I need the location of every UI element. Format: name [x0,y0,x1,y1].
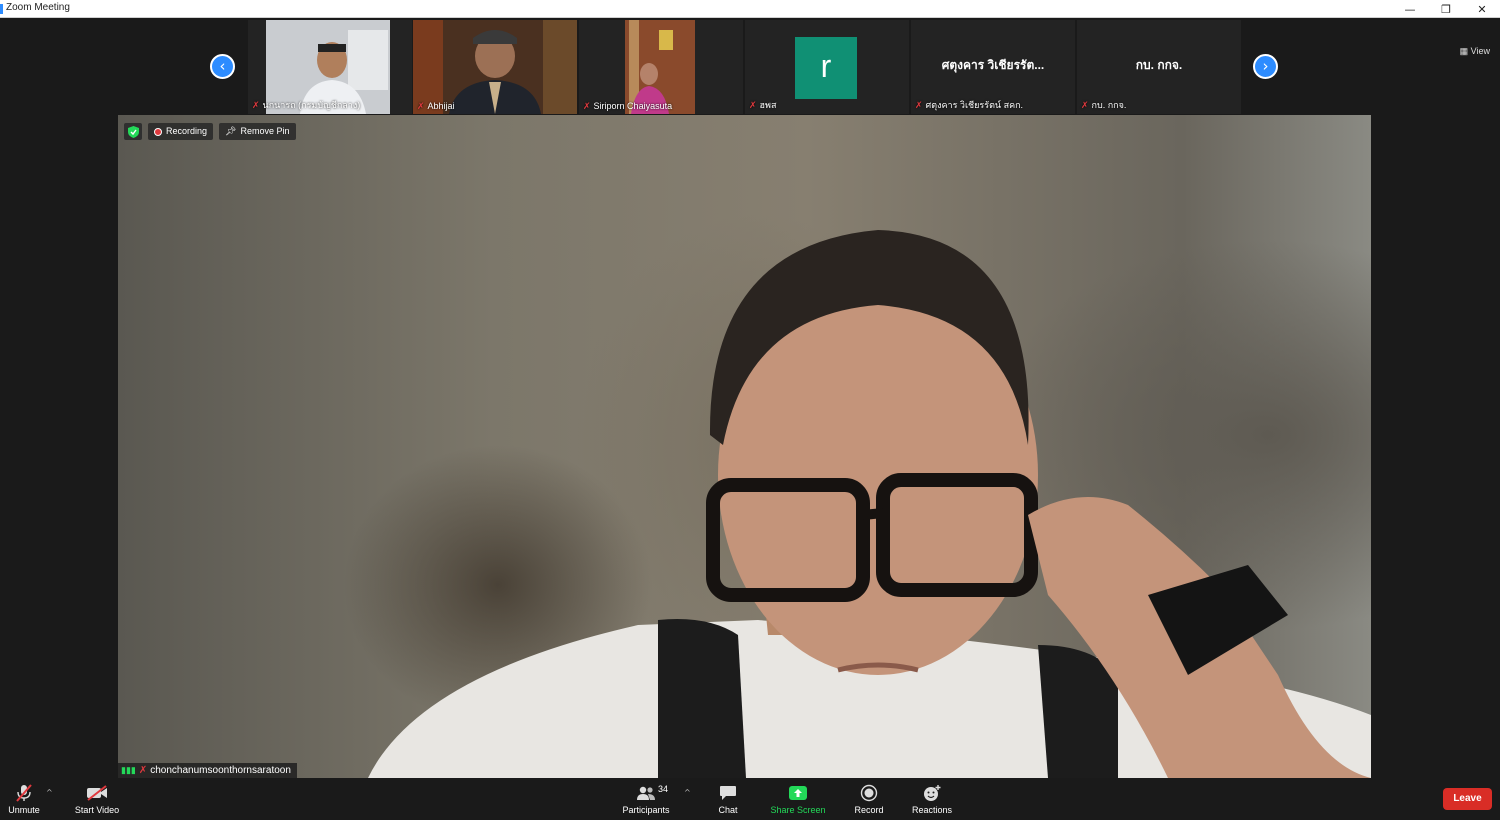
participant-name: ✗ ฮพส [749,100,777,110]
participant-tile[interactable]: ศตุงคาร วิเชียรรัต... ✗ ศตุงคาร วิเชียรรั… [911,20,1075,114]
chevron-left-icon: ‹ [219,57,226,75]
participant-tile[interactable]: กบ. กกจ. ✗ กบ. กกจ. [1077,20,1241,114]
zoom-app-icon [0,4,3,14]
participant-tile[interactable]: ✗ Abhijai [413,20,577,114]
participant-avatar: r [795,37,857,99]
mic-muted-icon: ✗ [749,100,757,110]
mic-muted-icon [15,783,33,803]
participant-name: ✗ Abhijai [417,101,455,111]
next-page-button[interactable]: › [1253,54,1278,79]
participant-video [579,20,743,114]
chat-icon [719,783,737,803]
mic-muted-icon: ✗ [138,765,148,776]
window-title: Zoom Meeting [6,2,70,13]
pin-icon: 📌︎ [225,126,237,136]
video-off-icon [86,783,108,803]
meeting-badges: Recording 📌︎ Remove Pin [124,123,296,140]
minimize-button[interactable]: — [1392,0,1428,18]
participant-display-name: ศตุงคาร วิเชียรรัต... [941,58,1045,72]
participant-tile[interactable]: ✗ Siriporn Chaiyasuta [579,20,743,114]
mic-muted-icon: ✗ [1081,100,1089,110]
share-screen-icon [788,783,808,803]
reactions-button[interactable]: Reactions [908,778,956,820]
meeting-toolbar: Unmute ^ Start Video Participants 34 ^ C… [0,778,1500,820]
record-button[interactable]: Record [850,778,888,820]
audio-options-caret-icon[interactable]: ^ [46,788,53,797]
view-button[interactable]: ▦ View [1460,46,1490,57]
participants-options-caret-icon[interactable]: ^ [684,788,691,797]
remove-pin-button[interactable]: 📌︎ Remove Pin [219,123,296,140]
active-speaker-video[interactable]: Recording 📌︎ Remove Pin ▮▮▮ ✗ chonchanum… [118,115,1371,778]
participants-count: 34 [658,784,669,794]
prev-page-button[interactable]: ‹ [210,54,235,79]
mic-muted-icon: ✗ [252,100,260,110]
leave-meeting-button[interactable]: Leave [1443,788,1492,810]
participant-strip: ‹ ✗ นกนารถ (กรมบัญชีกลาง) ✗ Abhijai ✗ Si… [0,18,1500,114]
signal-strength-icon: ▮▮▮ [121,765,136,775]
speaker-figure [368,230,1371,778]
mic-muted-icon: ✗ [915,100,923,110]
participant-name: ✗ ศตุงคาร วิเชียรรัตน์ สคก. [915,100,1024,110]
chevron-right-icon: › [1262,57,1269,75]
restore-button[interactable]: ❐ [1428,0,1464,18]
record-dot-icon [154,127,162,136]
participant-tile[interactable]: ✗ นกนารถ (กรมบัญชีกลาง) [248,20,412,114]
recording-indicator[interactable]: Recording [148,123,214,140]
mic-muted-icon: ✗ [583,101,591,111]
security-shield-icon[interactable] [124,123,142,140]
participants-icon [636,783,656,803]
start-video-button[interactable]: Start Video [70,778,124,820]
chat-button[interactable]: Chat [712,778,744,820]
mic-muted-icon: ✗ [417,101,425,111]
reactions-icon [922,783,942,803]
participant-tile[interactable]: r ✗ ฮพส [745,20,909,114]
record-icon [860,783,878,803]
close-button[interactable]: ✕ [1464,0,1500,18]
participant-display-name: กบ. กกจ. [1135,58,1183,72]
speaker-name-tag: ▮▮▮ ✗ chonchanumsoonthornsaratoon [118,763,297,778]
participant-name: ✗ นกนารถ (กรมบัญชีกลาง) [252,100,361,110]
window-titlebar: Zoom Meeting — ❐ ✕ [0,0,1500,18]
grid-icon: ▦ [1459,46,1469,56]
participant-name: ✗ กบ. กกจ. [1081,100,1127,110]
participant-name: ✗ Siriporn Chaiyasuta [583,101,673,111]
unmute-button[interactable]: Unmute [4,778,44,820]
participant-video [413,20,577,114]
share-screen-button[interactable]: Share Screen [768,778,828,820]
